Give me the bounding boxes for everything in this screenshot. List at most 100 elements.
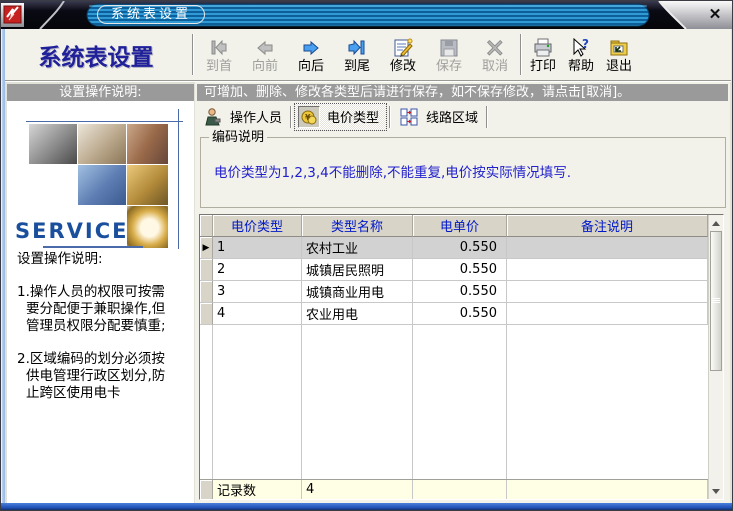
footer-record-count-label: 记录数 (213, 480, 302, 499)
tab-price-types[interactable]: ¥ 电价类型 (294, 103, 387, 131)
groupbox-text: 电价类型为1,2,3,4不能删除,不能重复,电价按实际情况填写. (214, 161, 571, 181)
edit-document-icon (392, 37, 414, 59)
person-icon (203, 107, 223, 127)
table-columns: 电价类型 类型名称 电单价 备注说明 ▶ 1 农村工业 0.550 2 城镇居民… (200, 215, 708, 499)
cell-unit-price: 0.550 (413, 259, 507, 281)
header-indicator-cell (200, 215, 213, 237)
collage-photo-keyboard (78, 165, 126, 205)
cell-note (507, 237, 708, 259)
sidebar: SERVICE 设置操作说明: 1.操作人员的权限可按需 要分配便于兼职操作,但… (7, 101, 194, 503)
row-selector-icon: ▶ (200, 237, 213, 259)
cell-price-type: 3 (213, 281, 302, 303)
pages-transfer-icon (399, 107, 419, 127)
sidebar-header: 设置操作说明: (7, 84, 194, 101)
toolbar: 系统表设置 到首 向前 向后 到尾 (2, 29, 731, 81)
prev-arrow-icon (254, 37, 276, 59)
scrollbar-track[interactable] (709, 231, 723, 483)
tab-operators[interactable]: 操作人员 (197, 104, 288, 130)
save-button[interactable]: 保存 (426, 29, 472, 80)
exit-button[interactable]: 退出 (600, 29, 638, 80)
last-record-button[interactable]: 到尾 (334, 29, 380, 80)
cell-unit-price: 0.550 (413, 281, 507, 303)
header-price-type[interactable]: 电价类型 (213, 215, 302, 237)
down-arrow-icon (712, 489, 720, 494)
gridline (506, 325, 507, 479)
gridline (301, 325, 302, 479)
gridline (212, 325, 213, 479)
cell-price-type: 4 (213, 303, 302, 325)
tab-line-areas[interactable]: 线路区域 (393, 104, 484, 130)
header-unit-price[interactable]: 电单价 (413, 215, 507, 237)
row-indicator-cell (200, 281, 213, 303)
next-arrow-icon (300, 37, 322, 59)
header-type-name[interactable]: 类型名称 (302, 215, 413, 237)
cell-type-name: 农村工业 (302, 237, 413, 259)
table-row[interactable]: 4 农业用电 0.550 (200, 303, 708, 325)
scroll-down-button[interactable] (709, 483, 723, 499)
svg-text:¥: ¥ (305, 113, 311, 122)
cancel-x-icon (484, 37, 506, 59)
collage-photo-tools (29, 124, 77, 164)
scroll-up-button[interactable] (709, 215, 723, 231)
toolbar-separator (192, 34, 194, 75)
cell-type-name: 农业用电 (302, 303, 413, 325)
footer-empty-cell (507, 480, 708, 499)
table-empty-area (200, 325, 708, 479)
svg-text:?: ? (582, 37, 589, 51)
instructions-title: 设置操作说明: (17, 251, 190, 268)
collage-photo-instruments (127, 124, 168, 164)
table-header-row: 电价类型 类型名称 电单价 备注说明 (200, 215, 708, 237)
service-text: SERVICE (15, 219, 128, 243)
cell-note (507, 259, 708, 281)
instruction-line: 管理员权限分配要慎重; (17, 318, 190, 335)
header-note[interactable]: 备注说明 (507, 215, 708, 237)
toolbar-separator (520, 34, 522, 75)
prev-record-button[interactable]: 向前 (242, 29, 288, 80)
footer-empty-cell (413, 480, 507, 499)
page-title: 系统表设置 (2, 29, 190, 80)
print-button[interactable]: 打印 (524, 29, 562, 80)
instruction-line: 1.操作人员的权限可按需 (17, 284, 190, 301)
scrollbar-thumb[interactable] (710, 231, 722, 371)
modify-button[interactable]: 修改 (380, 29, 426, 80)
code-description-groupbox: 编码说明 电价类型为1,2,3,4不能删除,不能重复,电价按实际情况填写. (200, 137, 726, 208)
tab-separator (290, 106, 292, 128)
cancel-button[interactable]: 取消 (472, 29, 518, 80)
app-window: 系统表设置 ✕ 系统表设置 到首 向前 向后 (0, 0, 733, 511)
first-record-button[interactable]: 到首 (196, 29, 242, 80)
cell-price-type: 2 (213, 259, 302, 281)
table-row[interactable]: ▶ 1 农村工业 0.550 (200, 237, 708, 259)
vertical-scrollbar (708, 215, 723, 499)
cell-type-name: 城镇商业用电 (302, 281, 413, 303)
title-bar: 系统表设置 ✕ (1, 1, 733, 29)
collage-photo-pen (78, 124, 126, 164)
footer-record-count-value: 4 (302, 480, 413, 499)
help-button[interactable]: ? 帮助 (562, 29, 600, 80)
collage-photo-gold (127, 165, 168, 205)
row-indicator-cell (200, 259, 213, 281)
window-left-border (1, 29, 5, 504)
table-row[interactable]: 3 城镇商业用电 0.550 (200, 281, 708, 303)
floppy-disk-icon (438, 37, 460, 59)
cell-unit-price: 0.550 (413, 237, 507, 259)
cell-price-type: 1 (213, 237, 302, 259)
close-button[interactable]: ✕ (703, 5, 727, 25)
row-indicator-cell (200, 303, 213, 325)
tab-separator (486, 106, 488, 128)
instruction-line: 要分配便于兼职操作,但 (17, 301, 190, 318)
cell-note (507, 303, 708, 325)
instruction-line: 2.区域编码的划分必须按 (17, 351, 190, 368)
table-row[interactable]: 2 城镇居民照明 0.550 (200, 259, 708, 281)
collage-line (178, 109, 179, 249)
thumb-grip-icon (712, 298, 720, 304)
tab-separator (389, 106, 391, 128)
next-record-button[interactable]: 向后 (288, 29, 334, 80)
collage-line (26, 121, 183, 122)
window-bottom-border (1, 503, 732, 510)
tab-bar: 操作人员 ¥ 电价类型 线路区域 (197, 102, 728, 131)
cell-unit-price: 0.550 (413, 303, 507, 325)
service-underline (43, 246, 143, 248)
notice-bar: 可增加、删除、修改各类型后请进行保存，如不保存修改，请点击[取消]。 (197, 84, 728, 101)
instruction-line: 供电管理行政区划分,防 (17, 368, 190, 385)
cell-type-name: 城镇居民照明 (302, 259, 413, 281)
